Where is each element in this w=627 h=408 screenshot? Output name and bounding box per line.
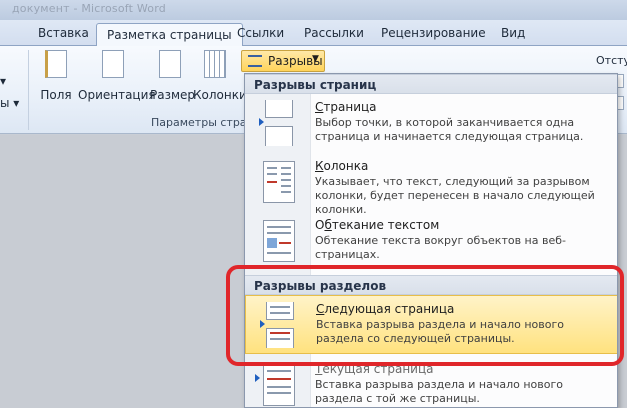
tab-review[interactable]: Рецензирование <box>381 26 486 46</box>
size-button[interactable]: Размер <box>150 50 195 102</box>
tab-mailings[interactable]: Рассылки <box>304 26 364 46</box>
left-small-button-1[interactable]: ▾ <box>0 74 6 88</box>
continuous-break-icon <box>255 362 297 407</box>
menu-item-description: Вставка разрыва раздела и начало нового … <box>315 378 563 405</box>
menu-item-title: Колонка <box>315 159 369 173</box>
tab-insert[interactable]: Вставка <box>38 26 89 46</box>
menu-item-title: Страница <box>315 100 377 114</box>
columns-icon <box>204 50 226 78</box>
menu-item-description: Указывает, что текст, следующий за разры… <box>315 175 595 216</box>
page-break-icon <box>259 100 297 146</box>
menu-item-text-wrapping[interactable]: Обтекание текстом Обтекание текста вокру… <box>245 212 617 271</box>
breaks-button[interactable]: Разрывы ▼ <box>241 50 325 72</box>
left-small-button-2[interactable]: ы ▾ <box>0 96 19 110</box>
margins-button[interactable]: Поля <box>38 50 74 102</box>
menu-item-description: Выбор точки, в которой заканчивается одн… <box>315 116 584 143</box>
menu-item-page[interactable]: Страница Выбор точки, в которой заканчив… <box>245 94 617 153</box>
orientation-button[interactable]: Ориентация <box>78 50 156 102</box>
menu-item-column[interactable]: Колонка Указывает, что текст, следующий … <box>245 153 617 216</box>
title-bar: документ - Microsoft Word <box>0 0 627 20</box>
access-key-letter: б <box>324 218 332 232</box>
window-title: документ - Microsoft Word <box>12 2 166 15</box>
tab-view[interactable]: Вид <box>501 26 525 46</box>
margins-icon <box>45 50 67 78</box>
indent-label: Отсту <box>596 54 627 67</box>
size-icon <box>159 50 181 78</box>
highlight-annotation <box>226 265 624 366</box>
menu-item-description: Обтекание текста вокруг объектов на веб-… <box>315 234 566 261</box>
breaks-icon <box>248 55 262 67</box>
menu-item-title: Обтекание текстом <box>315 218 440 232</box>
ribbon-tabs: Вставка Разметка страницы Ссылки Рассылк… <box>0 20 627 47</box>
access-key-letter: С <box>315 100 324 114</box>
column-break-icon <box>259 159 297 205</box>
group-separator <box>28 50 29 130</box>
columns-button[interactable]: Колонки <box>193 50 247 102</box>
section-header-page-breaks: Разрывы страниц <box>245 74 617 94</box>
chevron-down-icon: ▼ <box>312 54 319 64</box>
tab-page-layout[interactable]: Разметка страницы <box>96 23 243 47</box>
text-wrapping-icon <box>259 218 297 264</box>
tab-references[interactable]: Ссылки <box>237 26 284 46</box>
orientation-icon <box>102 50 124 78</box>
access-key-letter: К <box>315 159 324 173</box>
